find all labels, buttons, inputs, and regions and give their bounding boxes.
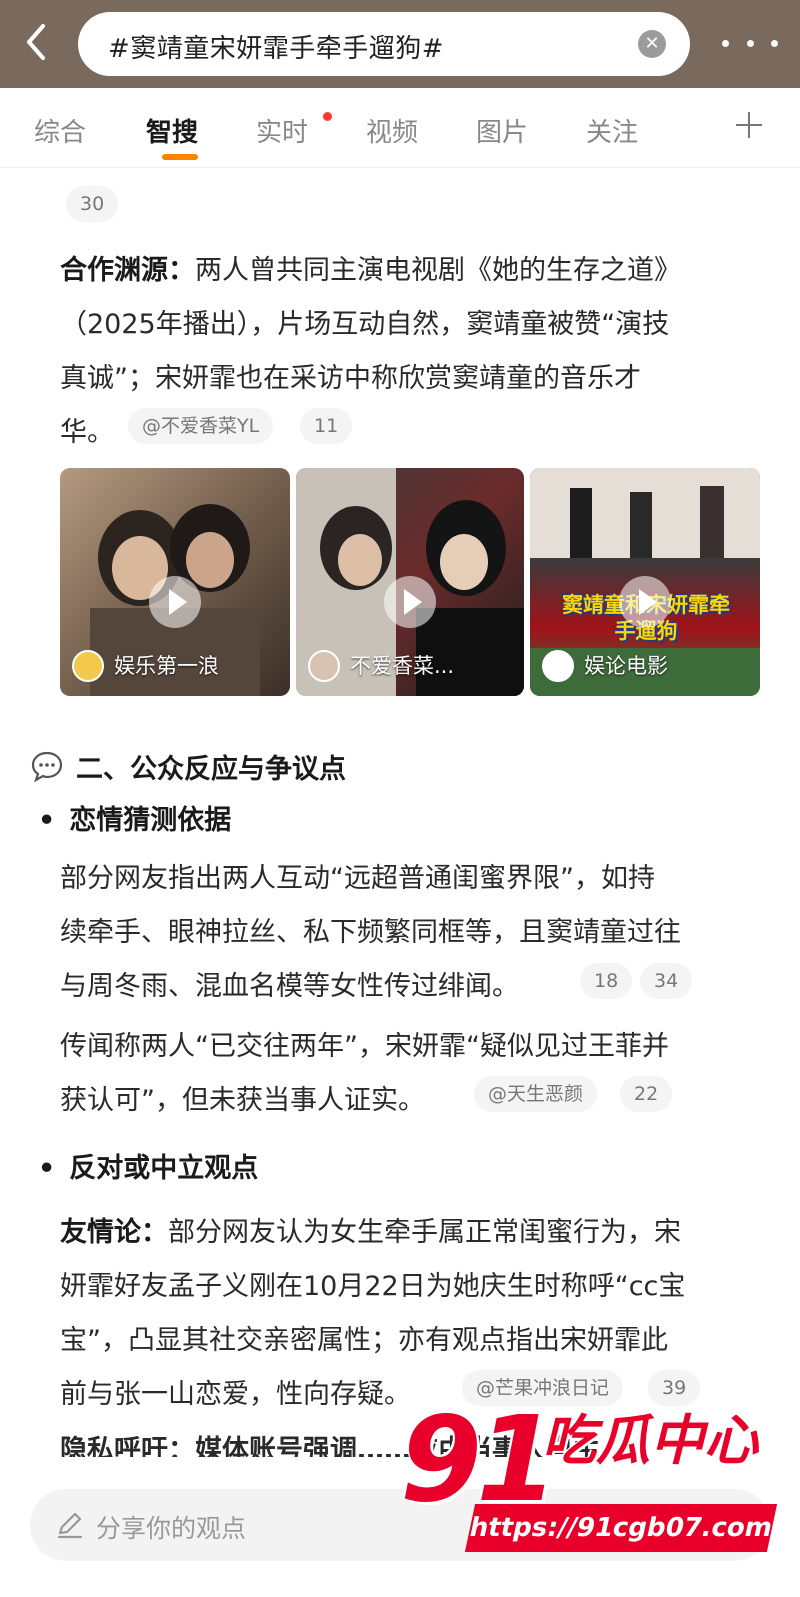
source-chip[interactable]: @不爱香菜YL [128, 408, 274, 444]
play-icon [149, 576, 201, 628]
search-input[interactable]: #窦靖童宋妍霏手牵手遛狗# ✕ [78, 12, 690, 76]
paragraph-line: 续牵手、眼神拉丝、私下频繁同框等，且窦靖童过往 [60, 917, 681, 948]
tab-comprehensive[interactable]: 综合 [34, 112, 86, 149]
more-dots-icon[interactable] [722, 28, 778, 58]
avatar [72, 650, 104, 682]
chevron-left-icon [27, 24, 45, 60]
new-badge-dot [323, 112, 332, 121]
video-account-name: 娱论电影 [584, 654, 668, 678]
reference-count-chip[interactable]: 18 [580, 963, 633, 999]
video-thumbnail[interactable]: 娱乐第一浪 [60, 468, 290, 696]
tab-images[interactable]: 图片 [476, 112, 528, 149]
avatar [308, 650, 340, 682]
section-title: 二、公众反应与争议点 [76, 753, 346, 785]
watermark-brand: 吃瓜中心 [542, 1409, 758, 1472]
reference-count-chip[interactable]: 34 [640, 963, 693, 999]
speech-bubble-icon [31, 751, 63, 783]
reference-count-chip[interactable]: 22 [620, 1076, 673, 1112]
subsection-title: 反对或中立观点 [38, 1146, 258, 1185]
video-thumbnail[interactable]: 窦靖童和宋妍霏牵手遛狗 娱论电影 [530, 468, 760, 696]
video-account-name: 娱乐第一浪 [114, 654, 219, 678]
origin-line-3: 真诚”；宋妍霏也在采访中称欣赏窦靖童的音乐才 [60, 363, 641, 394]
add-tab-icon[interactable] [734, 110, 764, 140]
tab-smart-search[interactable]: 智搜 [146, 112, 198, 149]
pen-icon [57, 1512, 83, 1539]
origin-line-2: （2025年播出），片场互动自然，窦靖童被赞“演技 [60, 309, 670, 340]
origin-line-1: 合作渊源：两人曾共同主演电视剧《她的生存之道》 [60, 255, 681, 286]
tab-realtime[interactable]: 实时 [256, 112, 308, 149]
source-chip[interactable]: @天生恶颜 [474, 1076, 598, 1112]
search-query-text: #窦靖童宋妍霏手牵手遛狗# [108, 34, 445, 64]
tab-video[interactable]: 视频 [366, 112, 418, 149]
paragraph-label: 友情论： [60, 1217, 168, 1248]
paragraph-line: 宝”，凸显其社交亲密属性；亦有观点指出宋妍霏此 [60, 1325, 668, 1356]
paragraph-line: 部分网友指出两人互动“远超普通闺蜜界限”，如持 [60, 863, 655, 894]
tab-following[interactable]: 关注 [586, 112, 638, 149]
active-tab-indicator [162, 154, 198, 160]
avatar [542, 650, 574, 682]
paragraph-line: 妍霏好友孟子义刚在10月22日为她庆生时称呼“cc宝 [60, 1271, 686, 1302]
tab-bar: 综合 智搜 实时 视频 图片 关注 [0, 88, 800, 168]
reference-count-chip[interactable]: 11 [300, 408, 353, 444]
origin-label: 合作渊源： [60, 255, 195, 286]
top-bar: #窦靖童宋妍霏手牵手遛狗# ✕ [0, 0, 800, 88]
paragraph-line: 与周冬雨、混血名模等女性传过绯闻。 [60, 971, 519, 1002]
paragraph-line: 获认可”，但未获当事人证实。 [60, 1085, 425, 1116]
watermark-url: https://91cgb07.com [464, 1504, 778, 1552]
divider [0, 167, 800, 168]
play-icon [384, 576, 436, 628]
section-header: 二、公众反应与争议点 [30, 744, 346, 788]
reference-count-chip[interactable]: 30 [66, 186, 119, 222]
clear-icon[interactable]: ✕ [638, 30, 666, 58]
reference-count-chip[interactable]: 39 [648, 1370, 701, 1406]
video-thumbnail[interactable]: 不爱香菜... [296, 468, 524, 696]
subsection-title: 恋情猜测依据 [38, 798, 231, 837]
paragraph-line: 友情论：部分网友认为女生牵手属正常闺蜜行为，宋 [60, 1217, 681, 1248]
paragraph-line: 传闻称两人“已交往两年”，宋妍霏“疑似见过王菲并 [60, 1031, 669, 1062]
video-account-name: 不爱香菜... [350, 654, 455, 678]
paragraph-line: 前与张一山恋爱，性向存疑。 [60, 1379, 411, 1410]
share-placeholder: 分享你的观点 [96, 1514, 247, 1543]
play-icon [619, 576, 671, 628]
origin-line-4: 华。 [60, 417, 114, 448]
watermark-number: 91 [400, 1390, 558, 1528]
back-button[interactable] [14, 20, 58, 64]
